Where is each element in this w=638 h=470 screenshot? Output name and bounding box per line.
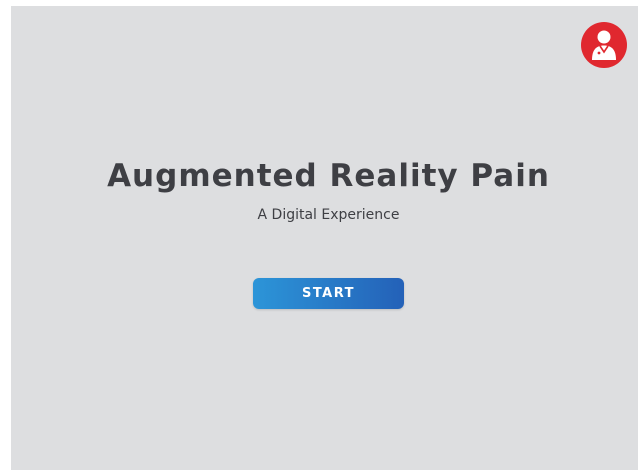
page-title: Augmented Reality Pain [107, 158, 550, 194]
page-subtitle: A Digital Experience [257, 207, 400, 223]
app-screen: Augmented Reality Pain A Digital Experie… [11, 6, 638, 470]
doctor-avatar-icon [592, 30, 616, 60]
start-button[interactable]: START [253, 278, 404, 309]
profile-button[interactable] [581, 22, 627, 68]
